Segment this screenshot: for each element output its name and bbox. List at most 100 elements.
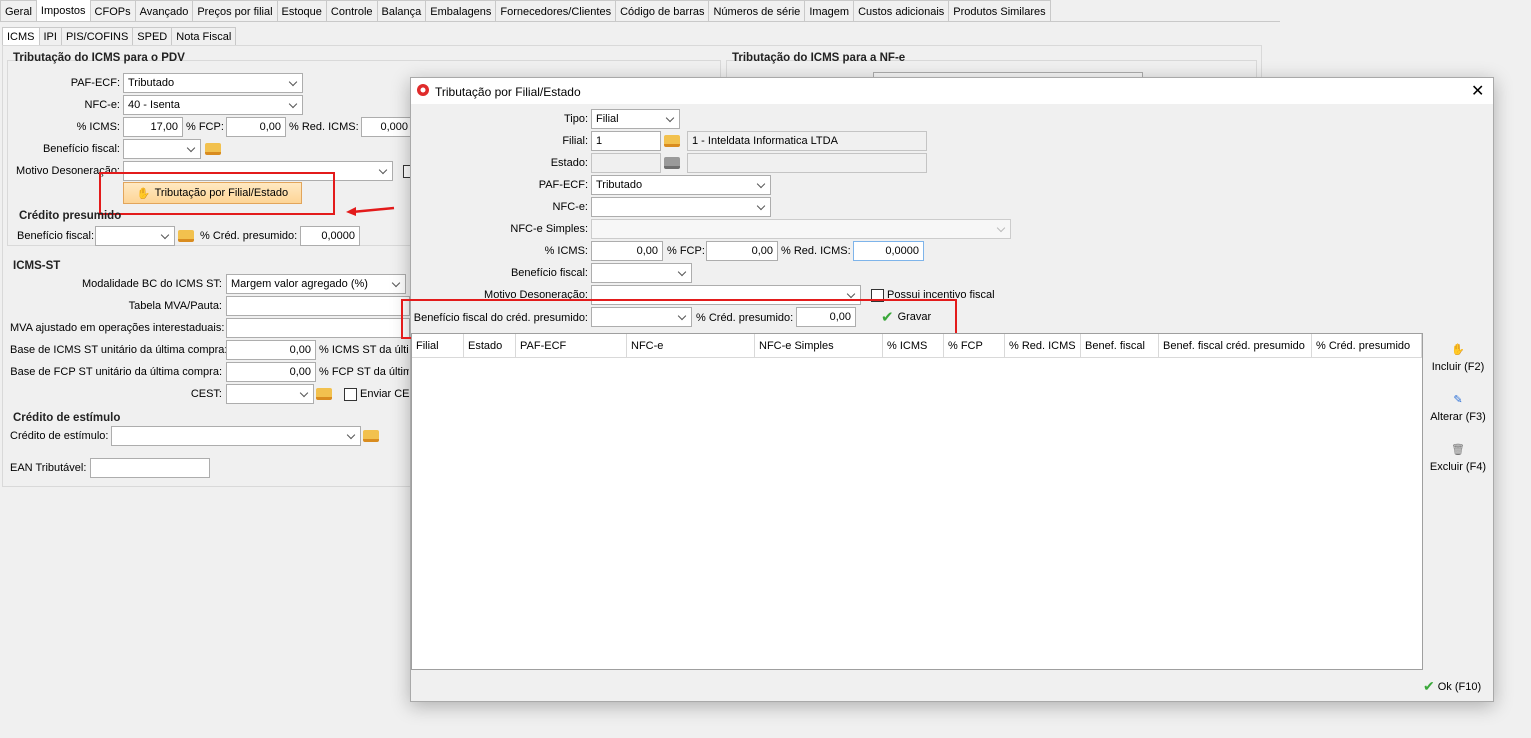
- close-icon[interactable]: ✕: [1471, 81, 1484, 101]
- credito-title: Crédito presumido: [19, 210, 122, 222]
- nfe-title: Tributação do ICMS para a NF-e: [732, 52, 906, 64]
- subtab-2[interactable]: PIS/COFINS: [60, 27, 134, 45]
- grid-header-2[interactable]: PAF-ECF: [516, 334, 627, 358]
- tab-6[interactable]: Controle: [325, 0, 378, 22]
- grid-header-4[interactable]: NFC-e Simples: [755, 334, 883, 358]
- folder-icon[interactable]: [178, 230, 194, 242]
- estimulo-label: Crédito de estímulo:: [10, 430, 109, 442]
- grid-header-5[interactable]: % ICMS: [883, 334, 944, 358]
- estimulo-select[interactable]: [111, 426, 361, 446]
- paf-select[interactable]: Tributado: [591, 175, 771, 195]
- red-icms-input[interactable]: 0,000: [361, 117, 413, 137]
- filial-input[interactable]: 1: [591, 131, 661, 151]
- tab-14[interactable]: Produtos Similares: [948, 0, 1051, 22]
- filial-label: Filial:: [562, 135, 588, 147]
- subtab-3[interactable]: SPED: [132, 27, 173, 45]
- alterar-button[interactable]: ✎ Alterar (F3): [1423, 393, 1493, 423]
- grid-header-10[interactable]: % Créd. presumido: [1312, 334, 1422, 358]
- incluir-label: Incluir (F2): [1431, 361, 1485, 373]
- subtab-0[interactable]: ICMS: [2, 27, 40, 45]
- grid-header-7[interactable]: % Red. ICMS: [1005, 334, 1081, 358]
- grid-header-8[interactable]: Benef. fiscal: [1081, 334, 1159, 358]
- pencil-icon: ✎: [1453, 394, 1463, 406]
- checkmark-icon: ✔: [1423, 678, 1435, 694]
- grid-header-3[interactable]: NFC-e: [627, 334, 755, 358]
- enviar-cest-checkbox[interactable]: [344, 388, 357, 401]
- modalidade-select[interactable]: Margem valor agregado (%): [226, 274, 406, 294]
- icms-label: % ICMS:: [76, 121, 120, 133]
- red-icms-label: % Red. ICMS:: [289, 121, 359, 133]
- red-icms-input[interactable]: 0,0000: [853, 241, 924, 261]
- tipo-select[interactable]: Filial: [591, 109, 680, 129]
- incluir-button[interactable]: ✋ Incluir (F2): [1423, 343, 1493, 373]
- grid-header-9[interactable]: Benef. fiscal créd. presumido: [1159, 334, 1312, 358]
- tributacao-grid[interactable]: Filial Estado PAF-ECF NFC-e NFC-e Simples% I…: [411, 333, 1423, 670]
- arrow-icon: [346, 206, 395, 216]
- subtab-4[interactable]: Nota Fiscal: [171, 27, 237, 45]
- pdv-title: Tributação do ICMS para o PDV: [13, 52, 185, 64]
- base-fcp-input[interactable]: 0,00: [226, 362, 316, 382]
- tab-11[interactable]: Números de série: [708, 0, 806, 22]
- tab-8[interactable]: Embalagens: [425, 0, 497, 22]
- folder-icon[interactable]: [363, 430, 379, 442]
- paf-select[interactable]: Tributado: [123, 73, 303, 93]
- fcp-input[interactable]: 0,00: [226, 117, 286, 137]
- folder-icon[interactable]: [205, 143, 221, 155]
- highlight-box-button: [99, 172, 335, 215]
- nfce-select[interactable]: 40 - Isenta: [123, 95, 303, 115]
- folder-icon[interactable]: [316, 388, 332, 400]
- tipo-label: Tipo:: [563, 113, 588, 125]
- estado-input[interactable]: [591, 153, 661, 173]
- mva-input[interactable]: [226, 296, 410, 316]
- st-title: ICMS-ST: [13, 260, 61, 272]
- nfce-simples-select[interactable]: [591, 219, 1011, 239]
- icms-st-label: % ICMS ST da últim: [319, 344, 409, 356]
- estimulo-title: Crédito de estímulo: [13, 412, 121, 424]
- icms-input[interactable]: 0,00: [591, 241, 663, 261]
- icms-subtabs: ICMS IPI PIS/COFINS SPED Nota Fiscal: [2, 27, 237, 45]
- grid-header-6[interactable]: % FCP: [944, 334, 1005, 358]
- nfce-label: NFC-e:: [552, 201, 588, 213]
- excluir-button[interactable]: 🗑 Excluir (F4): [1423, 443, 1493, 473]
- tab-13[interactable]: Custos adicionais: [853, 0, 950, 22]
- benef-label: Benefício fiscal:: [42, 143, 120, 155]
- fcp-input[interactable]: 0,00: [706, 241, 778, 261]
- benef-select[interactable]: [591, 263, 692, 283]
- subtab-1[interactable]: IPI: [38, 27, 62, 45]
- icms-input[interactable]: 17,00: [123, 117, 183, 137]
- nfce-select[interactable]: [591, 197, 771, 217]
- mva-ajustado-input[interactable]: [226, 318, 410, 338]
- app-icon: [417, 84, 429, 96]
- ok-button[interactable]: ✔ Ok (F10): [1423, 678, 1481, 695]
- paf-label: PAF-ECF:: [538, 179, 588, 191]
- ean-input[interactable]: [90, 458, 210, 478]
- base-fcp-label: Base de FCP ST unitário da última compra…: [10, 366, 222, 378]
- tab-2[interactable]: CFOPs: [89, 0, 136, 22]
- tab-4[interactable]: Preços por filial: [192, 0, 278, 22]
- paf-label: PAF-ECF:: [70, 77, 120, 89]
- estado-name: [687, 153, 927, 173]
- folder-icon[interactable]: [664, 135, 680, 147]
- tab-0[interactable]: Geral: [0, 0, 37, 22]
- fcp-label: % FCP:: [186, 121, 224, 133]
- tab-1[interactable]: Impostos: [35, 0, 91, 21]
- tab-9[interactable]: Fornecedores/Clientes: [495, 0, 617, 22]
- tab-7[interactable]: Balança: [376, 0, 427, 22]
- credito-pct-input[interactable]: 0,0000: [300, 226, 360, 246]
- grid-header-1[interactable]: Estado: [464, 334, 516, 358]
- tab-12[interactable]: Imagem: [804, 0, 855, 22]
- grid-header-0[interactable]: Filial: [412, 334, 464, 358]
- tab-5[interactable]: Estoque: [276, 0, 327, 22]
- benef-select[interactable]: [123, 139, 201, 159]
- cest-select[interactable]: [226, 384, 314, 404]
- tab-10[interactable]: Código de barras: [615, 0, 710, 22]
- base-icms-input[interactable]: 0,00: [226, 340, 316, 360]
- credito-pct-label: % Créd. presumido:: [200, 230, 298, 242]
- cest-label: CEST:: [190, 388, 222, 400]
- base-icms-label: Base de ICMS ST unitário da última compr…: [10, 344, 228, 356]
- dialog-title: Tributação por Filial/Estado: [435, 85, 581, 99]
- alterar-label: Alterar (F3): [1430, 411, 1486, 423]
- credito-benef-select[interactable]: [95, 226, 175, 246]
- tab-3[interactable]: Avançado: [134, 0, 194, 22]
- folder-icon: [664, 157, 680, 169]
